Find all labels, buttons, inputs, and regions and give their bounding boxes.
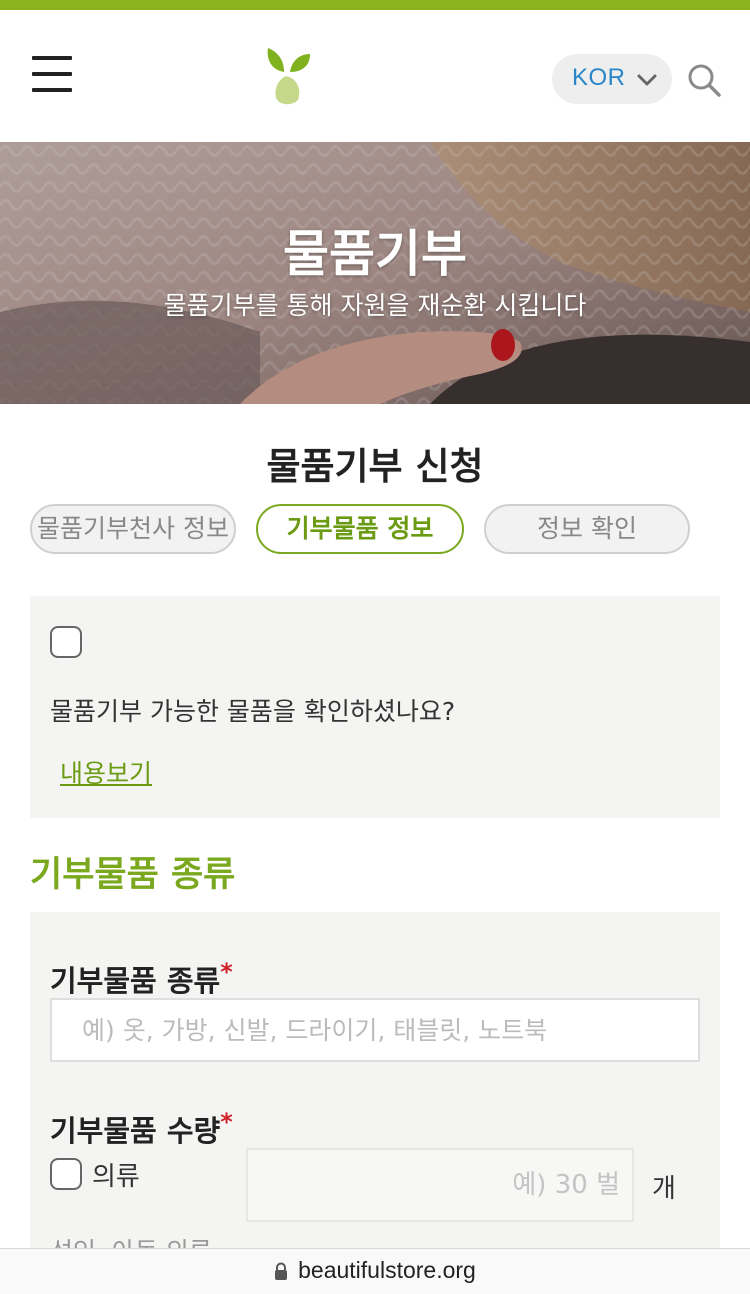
- item-kind-input[interactable]: [50, 998, 700, 1062]
- menu-line: [32, 72, 72, 76]
- browser-url-bar[interactable]: beautifulstore.org: [0, 1248, 750, 1294]
- hero-subtitle: 물품기부를 통해 자원을 재순환 시킵니다: [163, 291, 587, 320]
- hamburger-menu-icon[interactable]: [32, 56, 72, 94]
- item-check-panel: 물품기부 가능한 물품을 확인하셨나요? 내용보기: [30, 596, 720, 818]
- url-container: beautifulstore.org: [0, 1257, 750, 1284]
- hero-title: 물품기부: [283, 225, 467, 283]
- site-header: KOR: [0, 10, 750, 142]
- language-label: KOR: [572, 64, 626, 91]
- item-form-panel: 기부물품 종류* 기부물품 수량* 의류 개 성인, 아동 의류: [30, 912, 720, 1294]
- chevron-down-icon: [637, 74, 657, 86]
- step-item-info[interactable]: 기부물품 정보: [256, 504, 464, 554]
- step-confirm-info[interactable]: 정보 확인: [484, 504, 690, 554]
- view-details-link[interactable]: 내용보기: [60, 754, 152, 790]
- item-check-question: 물품기부 가능한 물품을 확인하셨나요?: [50, 697, 456, 726]
- leaf-logo-icon[interactable]: [262, 44, 314, 108]
- top-accent-bar: [0, 0, 750, 10]
- search-icon[interactable]: [686, 62, 722, 98]
- required-mark: *: [220, 1108, 233, 1136]
- lock-icon: [275, 1262, 288, 1280]
- required-mark: *: [220, 958, 233, 986]
- hero-banner: 물품기부 물품기부를 통해 자원을 재순환 시킵니다: [0, 142, 750, 404]
- page-title: 물품기부 신청: [266, 445, 484, 488]
- item-kind-label: 기부물품 종류*: [50, 958, 233, 1000]
- step-donor-info[interactable]: 물품기부천사 정보: [30, 504, 236, 554]
- language-selector[interactable]: KOR: [552, 54, 672, 104]
- clothing-label: 의류: [92, 1162, 140, 1192]
- item-check-checkbox[interactable]: [50, 626, 82, 658]
- qty-unit-label: 개: [652, 1174, 676, 1204]
- menu-line: [32, 56, 72, 60]
- url-text: beautifulstore.org: [298, 1257, 476, 1283]
- item-qty-label-text: 기부물품 수량: [50, 1114, 221, 1148]
- clothing-qty-input[interactable]: [246, 1148, 634, 1222]
- item-qty-label: 기부물품 수량*: [50, 1108, 233, 1150]
- menu-line: [32, 88, 72, 92]
- item-kind-label-text: 기부물품 종류: [50, 964, 221, 998]
- section-title-item-kind: 기부물품 종류: [30, 855, 236, 895]
- clothing-checkbox[interactable]: [50, 1158, 82, 1190]
